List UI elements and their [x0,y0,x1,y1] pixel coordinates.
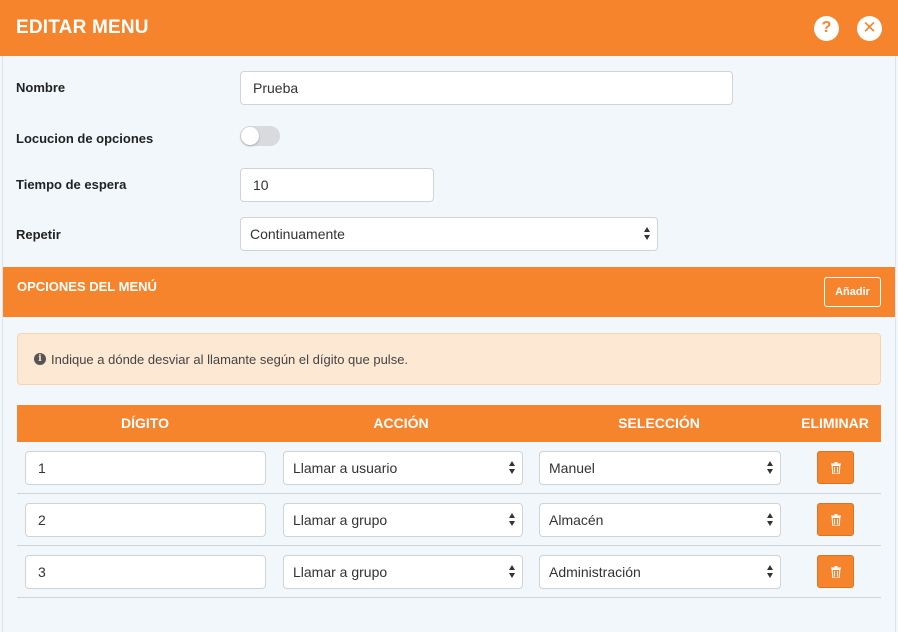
nombre-input[interactable]: Prueba [240,71,733,105]
seleccion-select[interactable]: Administración [539,555,781,589]
repetir-label: Repetir [16,227,61,242]
dialog-header: EDITAR MENU ? ✕ [0,0,898,56]
help-icon[interactable]: ? [814,15,839,41]
accion-select-value: Llamar a grupo [293,512,388,528]
table-header: DÍGITO ACCIÓN SELECCIÓN ELIMINAR [17,405,881,442]
toggle-knob [241,127,259,145]
accion-select[interactable]: Llamar a usuario [283,451,523,485]
add-button[interactable]: Añadir [824,277,881,307]
select-arrows-icon [767,564,774,580]
accion-select-value: Llamar a usuario [293,460,398,476]
nombre-label: Nombre [16,80,66,95]
header-accion: ACCIÓN [373,415,429,431]
delete-button[interactable] [817,555,854,588]
header-seleccion: SELECCIÓN [618,415,700,431]
repetir-select[interactable]: Continuamente [240,217,658,251]
table-row: 1 Llamar a usuario Manuel [17,442,881,494]
select-arrows-icon [767,512,774,528]
repetir-select-value: Continuamente [250,226,345,242]
delete-button[interactable] [817,451,854,484]
header-digito: DÍGITO [121,415,169,431]
digito-input[interactable]: 2 [25,503,266,537]
dialog-title: EDITAR MENU [16,17,149,38]
tiempo-input[interactable]: 10 [240,168,434,202]
select-arrows-icon [509,512,516,528]
seleccion-select-value: Almacén [549,512,604,528]
accion-select[interactable]: Llamar a grupo [283,555,523,589]
digito-input[interactable]: 1 [25,451,266,485]
select-arrows-icon [644,226,651,242]
table-row: 3 Llamar a grupo Administración [17,546,881,598]
seleccion-select[interactable]: Manuel [539,451,781,485]
info-alert: i Indique a dónde desviar al llamante se… [17,333,881,385]
select-arrows-icon [509,460,516,476]
table-row: 2 Llamar a grupo Almacén [17,494,881,546]
accion-select-value: Llamar a grupo [293,564,388,580]
close-icon[interactable]: ✕ [857,15,882,41]
info-icon: i [34,353,46,365]
locucion-label: Locucion de opciones [16,131,154,146]
locucion-toggle[interactable] [240,126,280,146]
seleccion-select-value: Manuel [549,460,595,476]
delete-button[interactable] [817,503,854,536]
trash-icon [830,461,841,474]
tiempo-label: Tiempo de espera [16,177,127,192]
trash-icon [830,565,841,578]
select-arrows-icon [509,564,516,580]
digito-input[interactable]: 3 [25,555,266,589]
seleccion-select-value: Administración [549,564,641,580]
alert-text: Indique a dónde desviar al llamante segú… [51,351,409,367]
select-arrows-icon [767,460,774,476]
seleccion-select[interactable]: Almacén [539,503,781,537]
accion-select[interactable]: Llamar a grupo [283,503,523,537]
header-eliminar: ELIMINAR [801,415,869,431]
trash-icon [830,513,841,526]
section-title: OPCIONES DEL MENÚ [17,279,157,294]
opciones-section-header: OPCIONES DEL MENÚ Añadir [3,267,895,317]
